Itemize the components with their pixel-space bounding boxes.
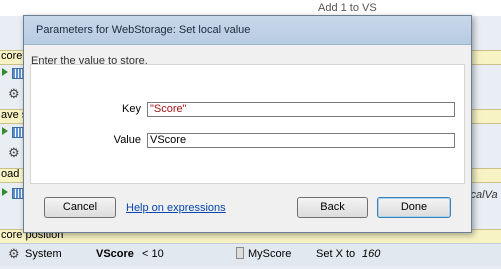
value-input[interactable]: VScore	[147, 133, 455, 148]
sprite-icon	[236, 247, 244, 259]
event-arrow-icon	[2, 188, 8, 196]
event-arrow-icon	[2, 127, 8, 135]
back-button[interactable]: Back	[297, 197, 368, 218]
gear-icon: ⚙	[8, 86, 20, 101]
event-action-text: Add 1 to VS	[318, 2, 377, 14]
event-row-system[interactable]: ⚙ System VScore < 10 MyScore Set X to 16…	[0, 243, 501, 266]
comment-text: core	[1, 50, 23, 62]
system-object-label: System	[25, 248, 62, 260]
value-label: Value	[113, 134, 141, 146]
key-input[interactable]: "Score"	[147, 102, 455, 117]
done-button[interactable]: Done	[377, 197, 451, 218]
parameters-dialog: Parameters for WebStorage: Set local val…	[23, 15, 472, 233]
parameters-panel: Key "Score" Value VScore	[30, 64, 465, 184]
action-text: Set X to	[316, 248, 356, 260]
event-arrow-icon	[2, 68, 8, 76]
condition-object: VScore	[96, 248, 134, 260]
action-value: 160	[362, 248, 381, 260]
condition-text: < 10	[142, 248, 164, 260]
action-object: MyScore	[248, 248, 292, 260]
key-label: Key	[122, 103, 141, 115]
dialog-title: Parameters for WebStorage: Set local val…	[36, 24, 251, 36]
cancel-button[interactable]: Cancel	[44, 197, 116, 218]
event-row[interactable]	[0, 0, 501, 16]
dialog-titlebar[interactable]: Parameters for WebStorage: Set local val…	[24, 16, 471, 45]
help-on-expressions-link[interactable]: Help on expressions	[126, 202, 226, 214]
gear-icon: ⚙	[8, 145, 20, 160]
gear-icon: ⚙	[8, 246, 20, 261]
